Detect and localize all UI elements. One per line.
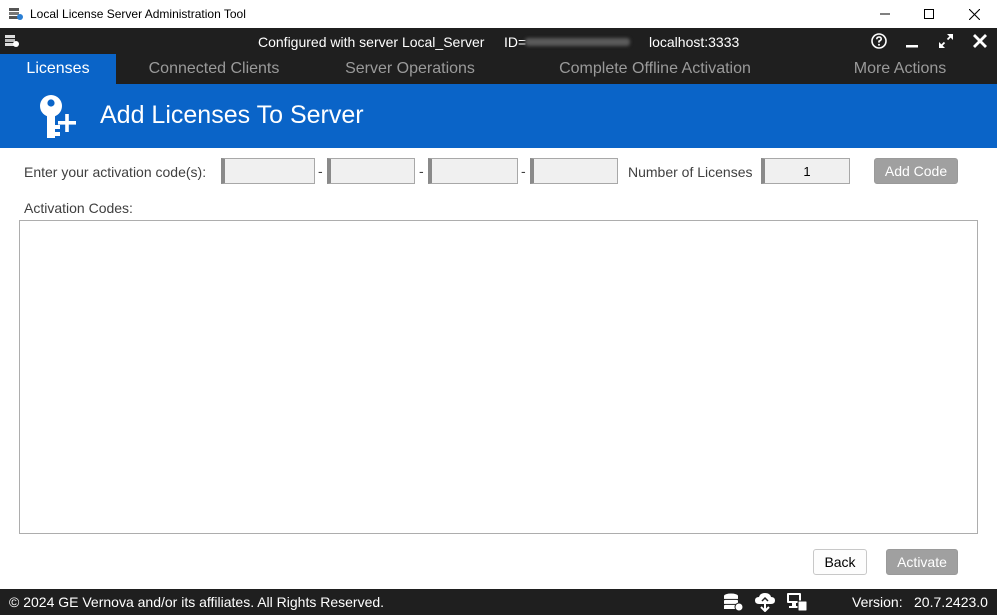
tab-server-operations[interactable]: Server Operations xyxy=(326,54,494,84)
code-separator: - xyxy=(318,163,323,179)
window-maximize-icon xyxy=(924,9,934,19)
server-configured-text: Configured with server Local_Server xyxy=(258,34,485,50)
window-minimize-icon xyxy=(880,13,890,15)
activation-code-part-2[interactable] xyxy=(327,158,415,184)
computer-network-icon[interactable] xyxy=(786,592,808,612)
activation-code-part-3[interactable] xyxy=(428,158,518,184)
number-of-licenses-input[interactable] xyxy=(761,158,850,184)
number-of-licenses-label: Number of Licenses xyxy=(628,164,753,180)
help-button[interactable] xyxy=(870,32,888,50)
window-title: Local License Server Administration Tool xyxy=(30,7,246,21)
activation-codes-label: Activation Codes: xyxy=(24,200,133,216)
page-title: Add Licenses To Server xyxy=(100,101,364,129)
minimize-icon xyxy=(906,45,918,48)
tab-complete-offline-activation[interactable]: Complete Offline Activation xyxy=(540,54,770,84)
page-header: Add Licenses To Server xyxy=(0,84,997,148)
cloud-sync-icon[interactable] xyxy=(754,592,776,612)
version-label: Version: xyxy=(852,594,903,610)
app-minimize-button[interactable] xyxy=(903,32,921,50)
window-close-button[interactable] xyxy=(951,0,997,28)
key-add-icon xyxy=(40,95,76,138)
activation-code-part-1[interactable] xyxy=(221,158,315,184)
tab-connected-clients[interactable]: Connected Clients xyxy=(128,54,300,84)
main-tabs: Licenses Connected Clients Server Operat… xyxy=(0,54,997,84)
server-host: localhost:3333 xyxy=(649,34,740,50)
add-code-button[interactable]: Add Code xyxy=(874,158,958,184)
database-icon[interactable] xyxy=(722,592,744,612)
window-maximize-button[interactable] xyxy=(906,0,952,28)
window-close-icon xyxy=(968,8,980,20)
version-value: 20.7.2423.0 xyxy=(914,594,988,610)
activation-code-label: Enter your activation code(s): xyxy=(24,164,207,180)
footer-bar: © 2024 GE Vernova and/or its affiliates.… xyxy=(0,589,997,615)
window-titlebar: Local License Server Administration Tool xyxy=(0,0,997,28)
close-icon xyxy=(973,34,987,48)
tab-licenses[interactable]: Licenses xyxy=(0,54,116,84)
help-icon xyxy=(871,33,887,49)
server-id-label: ID= xyxy=(504,34,527,50)
activation-code-part-4[interactable] xyxy=(530,158,618,184)
expand-icon xyxy=(939,34,953,48)
license-server-icon xyxy=(5,35,19,47)
copyright-text: © 2024 GE Vernova and/or its affiliates.… xyxy=(9,594,385,610)
code-separator: - xyxy=(521,163,526,179)
code-separator: - xyxy=(419,163,424,179)
window-minimize-button[interactable] xyxy=(862,0,908,28)
server-id-redacted xyxy=(525,38,630,46)
app-expand-button[interactable] xyxy=(937,32,955,50)
server-info-bar: Configured with server Local_Server ID= … xyxy=(0,28,997,54)
activation-codes-list[interactable] xyxy=(19,220,978,534)
activate-button[interactable]: Activate xyxy=(886,549,958,575)
app-close-button[interactable] xyxy=(971,32,989,50)
back-button[interactable]: Back xyxy=(813,549,867,575)
tab-more-actions[interactable]: More Actions xyxy=(836,54,964,84)
license-server-icon xyxy=(9,8,23,20)
